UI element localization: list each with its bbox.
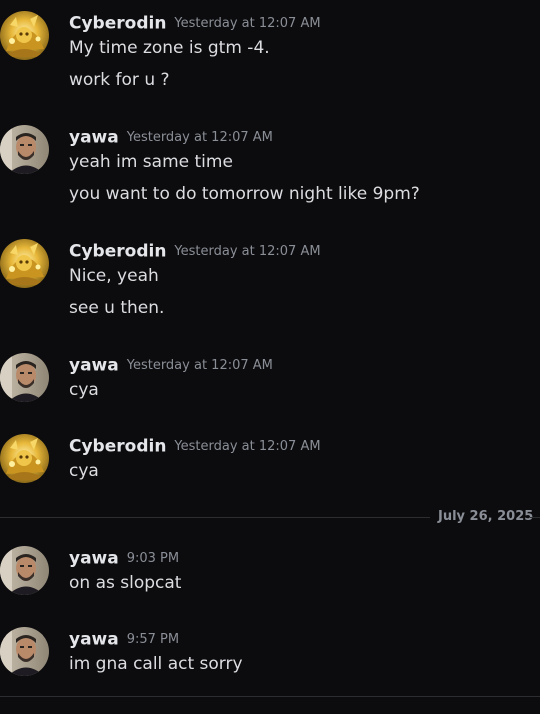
divider-line bbox=[530, 517, 540, 518]
avatar[interactable] bbox=[0, 239, 49, 288]
message-text: see u then. bbox=[69, 298, 165, 318]
message-text: Nice, yeah bbox=[69, 266, 159, 286]
avatar[interactable] bbox=[0, 546, 49, 595]
message-composer-edge bbox=[0, 696, 540, 714]
username[interactable]: Cyberodin bbox=[69, 242, 166, 262]
man-portrait-avatar-icon bbox=[0, 546, 49, 595]
golden-character-avatar-icon bbox=[0, 434, 49, 483]
message-header: yawa 9:03 PM bbox=[69, 546, 179, 570]
message-text: cya bbox=[69, 461, 99, 481]
divider-line bbox=[0, 517, 430, 518]
timestamp: 9:57 PM bbox=[126, 631, 180, 647]
message-header: Cyberodin Yesterday at 12:07 AM bbox=[69, 434, 321, 458]
message-text: im gna call act sorry bbox=[69, 654, 243, 674]
man-portrait-avatar-icon bbox=[0, 353, 49, 402]
message-text: My time zone is gtm -4. bbox=[69, 38, 270, 58]
message-header: yawa 9:57 PM bbox=[69, 627, 179, 651]
timestamp: Yesterday at 12:07 AM bbox=[174, 243, 321, 259]
avatar[interactable] bbox=[0, 11, 49, 60]
avatar[interactable] bbox=[0, 627, 49, 676]
avatar[interactable] bbox=[0, 125, 49, 174]
message-header: Cyberodin Yesterday at 12:07 AM bbox=[69, 239, 321, 263]
timestamp: Yesterday at 12:07 AM bbox=[174, 15, 321, 31]
username[interactable]: yawa bbox=[69, 128, 119, 148]
message-header: yawa Yesterday at 12:07 AM bbox=[69, 125, 273, 149]
man-portrait-avatar-icon bbox=[0, 627, 49, 676]
avatar[interactable] bbox=[0, 353, 49, 402]
message-header: Cyberodin Yesterday at 12:07 AM bbox=[69, 11, 321, 35]
message-text: work for u ? bbox=[69, 70, 170, 90]
username[interactable]: Cyberodin bbox=[69, 437, 166, 457]
timestamp: Yesterday at 12:07 AM bbox=[126, 357, 273, 373]
date-divider: July 26, 2025 bbox=[0, 509, 540, 524]
timestamp: Yesterday at 12:07 AM bbox=[174, 438, 321, 454]
timestamp: Yesterday at 12:07 AM bbox=[126, 129, 273, 145]
message-text: cya bbox=[69, 380, 99, 400]
chat-message-list: Cyberodin Yesterday at 12:07 AM My time z… bbox=[0, 0, 540, 714]
username[interactable]: Cyberodin bbox=[69, 14, 166, 34]
man-portrait-avatar-icon bbox=[0, 125, 49, 174]
message-header: yawa Yesterday at 12:07 AM bbox=[69, 353, 273, 377]
golden-character-avatar-icon bbox=[0, 11, 49, 60]
golden-character-avatar-icon bbox=[0, 239, 49, 288]
message-text: yeah im same time bbox=[69, 152, 233, 172]
avatar[interactable] bbox=[0, 434, 49, 483]
message-text: you want to do tomorrow night like 9pm? bbox=[69, 184, 420, 204]
username[interactable]: yawa bbox=[69, 630, 119, 650]
message-text: on as slopcat bbox=[69, 573, 182, 593]
divider-date: July 26, 2025 bbox=[438, 509, 534, 524]
timestamp: 9:03 PM bbox=[126, 550, 180, 566]
username[interactable]: yawa bbox=[69, 356, 119, 376]
username[interactable]: yawa bbox=[69, 549, 119, 569]
